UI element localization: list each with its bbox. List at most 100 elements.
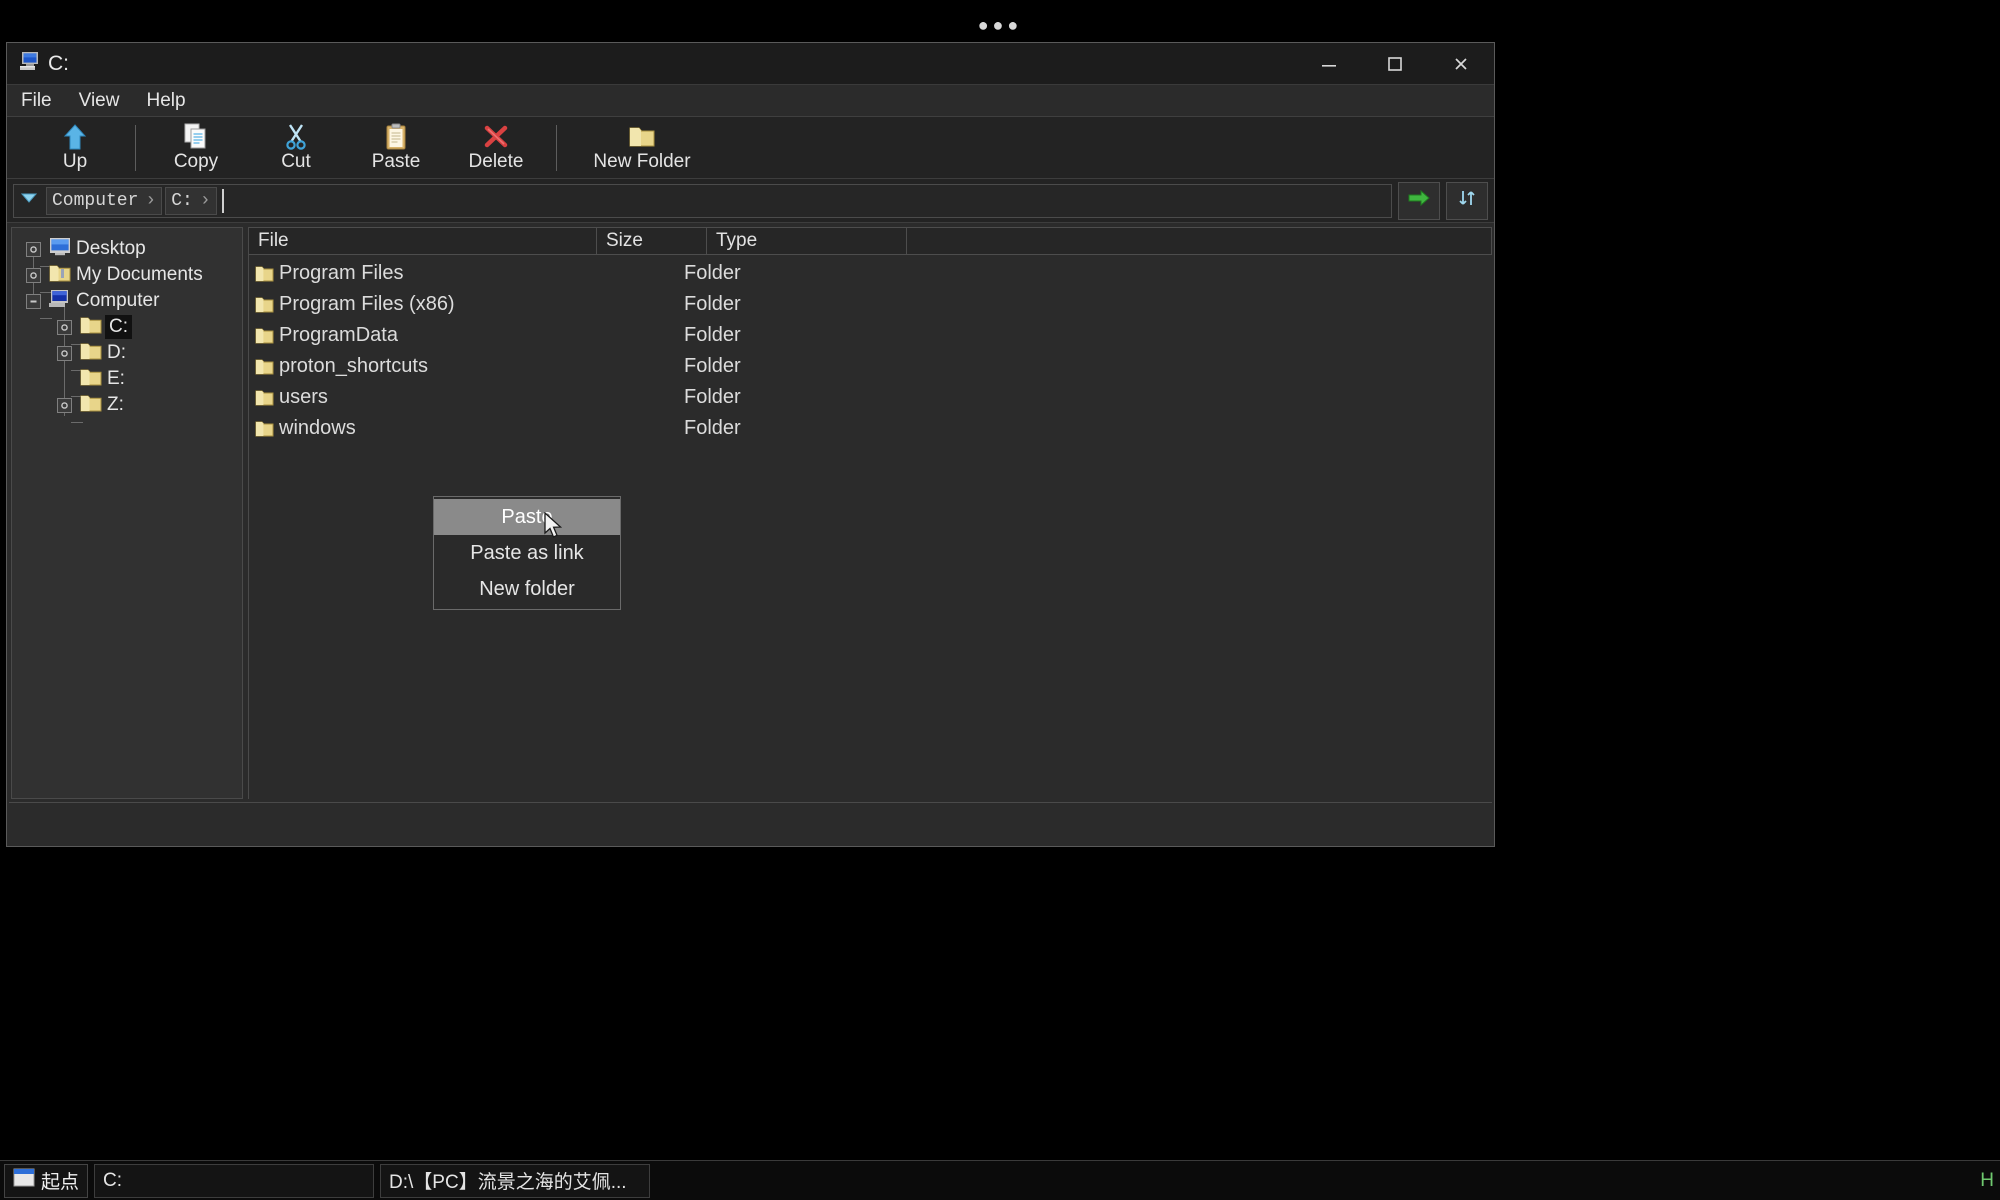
folder-icon <box>249 420 279 437</box>
title-bar[interactable]: C: <box>7 43 1494 85</box>
window-body: Desktop My Documents Computer C: D: E: Z… <box>7 223 1494 799</box>
maximize-button[interactable] <box>1362 43 1428 84</box>
breadcrumb-separator-icon: › <box>199 190 211 211</box>
table-row[interactable]: windows Folder <box>249 413 1492 444</box>
file-type: Folder <box>684 293 741 315</box>
red-x-icon <box>483 122 509 150</box>
tree-item-d-drive[interactable]: D: <box>12 340 242 366</box>
window-drag-dots: ●●● <box>977 15 1023 35</box>
system-tray[interactable]: H <box>1980 1170 1994 1192</box>
folder-icon <box>249 296 279 313</box>
column-header-size[interactable]: Size <box>597 228 707 254</box>
expand-toggle-icon[interactable] <box>26 241 41 257</box>
context-menu-item-paste[interactable]: Paste <box>434 499 620 535</box>
column-header-file[interactable]: File <box>249 228 597 254</box>
context-menu[interactable]: Paste Paste as link New folder <box>433 496 621 610</box>
file-type: Folder <box>684 386 741 408</box>
folder-icon <box>80 342 102 365</box>
file-type: Folder <box>684 355 741 377</box>
status-bar <box>9 802 1492 844</box>
scissors-icon <box>283 122 309 150</box>
expand-toggle-icon[interactable] <box>57 397 72 413</box>
file-name: proton_shortcuts <box>279 355 428 377</box>
tree-item-d-drive-label: D: <box>107 342 126 363</box>
up-label: Up <box>62 151 88 172</box>
minimize-button[interactable] <box>1296 43 1362 84</box>
file-name: Program Files <box>279 262 404 284</box>
column-header-type[interactable]: Type <box>707 228 907 254</box>
folder-icon <box>49 264 71 287</box>
tray-label: H <box>1980 1169 1994 1191</box>
toolbar-separator-2 <box>556 124 557 171</box>
address-bar: Computer › C: › <box>7 179 1494 223</box>
file-name: users <box>279 386 328 408</box>
breadcrumb-separator-icon: › <box>145 190 157 211</box>
expand-toggle-icon[interactable] <box>26 267 41 283</box>
tree-item-z-drive[interactable]: Z: <box>12 392 242 418</box>
breadcrumb-computer-label: Computer <box>52 190 139 211</box>
table-row[interactable]: ProgramData Folder <box>249 320 1492 351</box>
taskbar: 起点 C: D:\【PC】流景之海的艾佩... H <box>0 1160 2000 1200</box>
folder-icon <box>80 394 102 417</box>
text-cursor <box>221 188 224 213</box>
breadcrumb-c-drive[interactable]: C: › <box>165 186 217 215</box>
refresh-button[interactable] <box>1446 181 1488 220</box>
expand-toggle-icon[interactable] <box>57 319 72 335</box>
expand-toggle-icon[interactable] <box>57 345 72 361</box>
menu-item-view[interactable]: View <box>79 90 120 112</box>
folder-icon <box>80 368 102 391</box>
folder-icon <box>249 389 279 406</box>
breadcrumb-computer[interactable]: Computer › <box>46 186 163 215</box>
tree-item-desktop[interactable]: Desktop <box>12 236 242 262</box>
file-name: windows <box>279 417 356 439</box>
menu-item-help[interactable]: Help <box>146 90 185 112</box>
cut-button[interactable]: Cut <box>246 119 346 177</box>
folder-tree[interactable]: Desktop My Documents Computer C: D: E: Z… <box>11 227 243 799</box>
file-type: Folder <box>684 324 741 346</box>
tree-item-computer-label: Computer <box>76 290 160 311</box>
tree-item-z-drive-label: Z: <box>107 394 124 415</box>
tree-item-computer[interactable]: Computer <box>12 288 242 314</box>
start-button[interactable]: 起点 <box>4 1163 89 1198</box>
folder-icon <box>628 122 656 150</box>
path-field[interactable]: Computer › C: › <box>13 183 1392 218</box>
desktop-icon <box>49 237 71 261</box>
up-button[interactable]: Up <box>25 119 125 177</box>
context-menu-item-new-folder[interactable]: New folder <box>434 571 620 607</box>
taskbar-item-d-drive[interactable]: D:\【PC】流景之海的艾佩... <box>380 1163 651 1198</box>
refresh-icon <box>1455 187 1479 214</box>
copy-icon <box>183 122 209 150</box>
collapse-toggle-icon[interactable] <box>26 293 41 309</box>
tree-line <box>71 422 83 423</box>
new-folder-button[interactable]: New Folder <box>567 119 717 177</box>
mouse-cursor <box>544 511 564 545</box>
go-button[interactable] <box>1398 181 1440 220</box>
computer-icon <box>49 289 71 313</box>
table-row[interactable]: users Folder <box>249 382 1492 413</box>
context-menu-item-paste-as-link[interactable]: Paste as link <box>434 535 620 571</box>
table-row[interactable]: Program Files Folder <box>249 258 1492 289</box>
file-name: ProgramData <box>279 324 398 346</box>
computer-icon <box>18 51 40 76</box>
copy-button[interactable]: Copy <box>146 119 246 177</box>
table-row[interactable]: proton_shortcuts Folder <box>249 351 1492 382</box>
table-row[interactable]: Program Files (x86) Folder <box>249 289 1492 320</box>
tree-item-my-documents[interactable]: My Documents <box>12 262 242 288</box>
menu-item-file[interactable]: File <box>21 90 52 112</box>
taskbar-item-c-drive[interactable]: C: <box>94 1163 375 1198</box>
desktop: ●●● C: File View Help Up Copy Cut Paste … <box>0 0 2000 1200</box>
tree-item-e-drive[interactable]: E: <box>12 366 242 392</box>
paste-button[interactable]: Paste <box>346 119 446 177</box>
column-headers: File Size Type <box>249 227 1492 255</box>
delete-button[interactable]: Delete <box>446 119 546 177</box>
paste-label: Paste <box>371 151 421 172</box>
tree-item-c-drive[interactable]: C: <box>12 314 242 340</box>
column-header-blank[interactable] <box>907 228 1491 254</box>
new-folder-label: New Folder <box>593 151 691 172</box>
window-title: C: <box>48 51 69 75</box>
window-controls <box>1296 43 1494 84</box>
folder-icon <box>80 316 102 339</box>
copy-label: Copy <box>173 151 219 172</box>
chevron-down-icon[interactable] <box>20 191 38 210</box>
close-button[interactable] <box>1428 43 1494 84</box>
